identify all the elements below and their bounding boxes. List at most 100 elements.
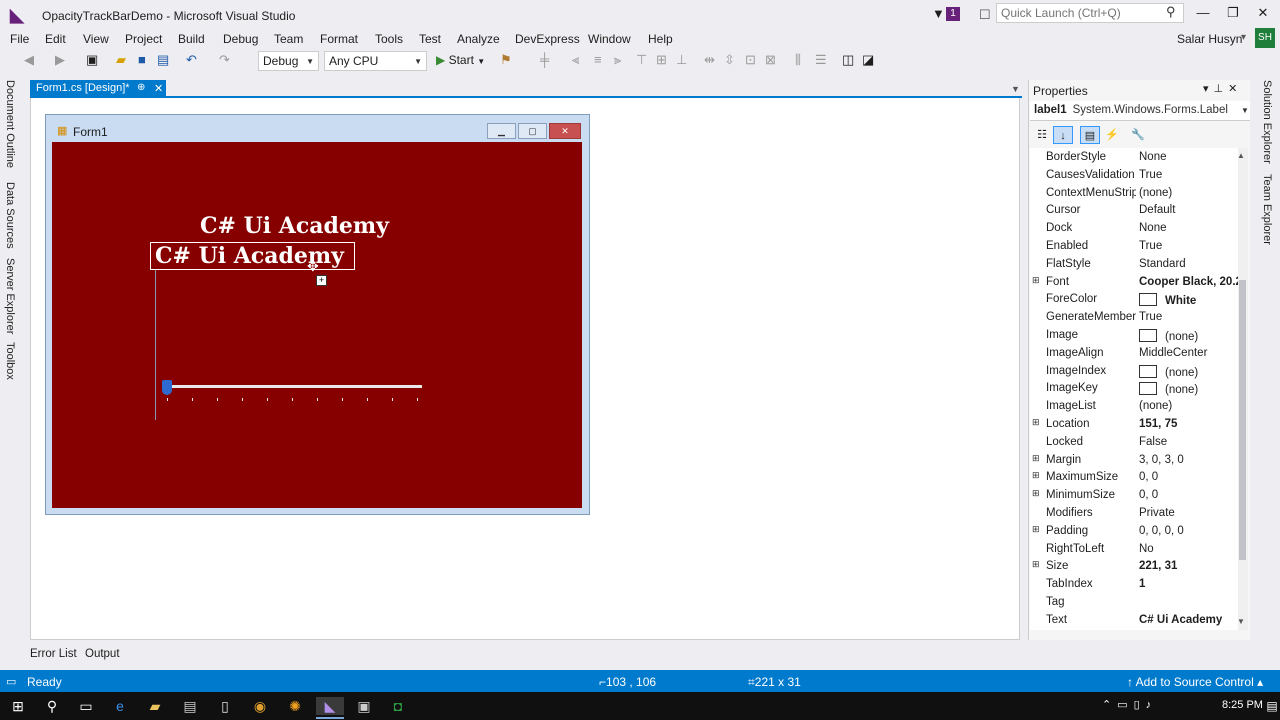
scroll-up-icon[interactable]: ▲	[1237, 151, 1245, 160]
property-value[interactable]: Private	[1139, 507, 1238, 519]
property-value[interactable]: C# Ui Academy	[1139, 614, 1238, 626]
tab-solution-explorer[interactable]: Solution Explorer	[1261, 80, 1273, 164]
pin-icon[interactable]: ⊕	[137, 82, 145, 93]
property-value[interactable]: Cooper Black, 20.2	[1139, 276, 1238, 288]
chevron-down-icon[interactable]: ▼	[1241, 106, 1249, 115]
expand-icon[interactable]: ⊞	[1032, 471, 1041, 480]
align-rights-icon[interactable]: ⫸	[614, 52, 621, 68]
tab-output[interactable]: Output	[85, 648, 120, 660]
property-row[interactable]: TabIndex 1	[1030, 576, 1238, 594]
tab-data-sources[interactable]: Data Sources	[4, 182, 16, 249]
notification-flag-icon[interactable]: ▼	[932, 6, 945, 21]
property-row[interactable]: ImageAlign MiddleCenter	[1030, 345, 1238, 363]
property-value[interactable]: (none)	[1139, 364, 1238, 379]
form-minimize-button[interactable]: ▁	[487, 123, 516, 139]
form-maximize-button[interactable]: ▢	[518, 123, 547, 139]
visual-studio-taskbar-icon[interactable]: ◣	[316, 697, 344, 715]
label2[interactable]: C# Ui Academy	[200, 213, 389, 239]
property-value[interactable]: 0, 0	[1139, 489, 1238, 501]
menu-tools[interactable]: Tools	[375, 32, 403, 46]
property-value[interactable]: White	[1139, 293, 1238, 307]
property-value[interactable]: 0, 0	[1139, 471, 1238, 483]
property-row[interactable]: CausesValidation True	[1030, 167, 1238, 185]
tab-document-outline[interactable]: Document Outline	[4, 80, 16, 168]
property-row[interactable]: Cursor Default	[1030, 202, 1238, 220]
open-folder-icon[interactable]: ▰	[116, 52, 126, 68]
horizontal-spacing-icon[interactable]: ⫼	[795, 52, 801, 68]
property-row[interactable]: ForeColor White	[1030, 291, 1238, 309]
property-row[interactable]: ImageIndex (none)	[1030, 363, 1238, 381]
save-all-icon[interactable]: ▤	[157, 52, 169, 68]
expand-icon[interactable]: ⊞	[1032, 524, 1041, 534]
make-same-width-icon[interactable]: ⇹	[704, 52, 715, 68]
property-row[interactable]: Locked False	[1030, 434, 1238, 452]
tab-order-icon[interactable]: ⚑	[500, 52, 512, 68]
tab-form1-design[interactable]: Form1.cs [Design]*	[30, 80, 166, 98]
property-value[interactable]: None	[1139, 222, 1238, 234]
property-row[interactable]: Enabled True	[1030, 238, 1238, 256]
form-client-area[interactable]	[52, 142, 582, 508]
property-row[interactable]: ContextMenuStrip (none)	[1030, 185, 1238, 203]
add-to-source-control-button[interactable]: ↑ Add to Source Control ▴	[1127, 675, 1263, 689]
expand-icon[interactable]: ⊞	[1032, 560, 1041, 569]
categorized-icon[interactable]: ☷	[1032, 126, 1052, 144]
chrome-icon[interactable]: ◉	[250, 697, 270, 715]
menu-edit[interactable]: Edit	[45, 32, 66, 46]
property-row[interactable]: ⊞ Location 151, 75	[1030, 416, 1238, 434]
property-value[interactable]: True	[1139, 311, 1238, 323]
property-value[interactable]: True	[1139, 240, 1238, 252]
property-row[interactable]: ImageList (none)	[1030, 398, 1238, 416]
menu-view[interactable]: View	[83, 32, 109, 46]
property-value[interactable]: (none)	[1139, 382, 1238, 396]
property-row[interactable]: GenerateMember True	[1030, 309, 1238, 327]
expand-icon[interactable]: ⊞	[1032, 275, 1041, 285]
property-value[interactable]: Standard	[1139, 258, 1238, 270]
property-value[interactable]: 221, 31	[1139, 560, 1238, 572]
align-bottoms-icon[interactable]: ⊥	[676, 52, 687, 68]
account-name[interactable]: Salar Husyn	[1177, 32, 1242, 46]
back-arrow-icon[interactable]: ◀	[24, 52, 34, 68]
events-icon[interactable]: ⚡	[1102, 126, 1122, 144]
notepad-icon[interactable]: ▤	[180, 697, 200, 715]
label1-selected[interactable]: C# Ui Academy	[150, 242, 355, 270]
property-row[interactable]: ⊞ Font Cooper Black, 20.2	[1030, 274, 1238, 292]
search-icon[interactable]: ⚲	[42, 697, 62, 715]
property-value[interactable]: 151, 75	[1139, 418, 1238, 430]
document-icon[interactable]: ▯	[215, 697, 235, 715]
file-explorer-icon[interactable]: ▰	[145, 697, 165, 715]
property-row[interactable]: BorderStyle None	[1030, 149, 1238, 167]
scroll-down-icon[interactable]: ▼	[1237, 617, 1245, 626]
property-value[interactable]: 1	[1139, 578, 1238, 590]
move-handle-icon[interactable]: +	[316, 275, 327, 286]
alphabetical-icon[interactable]: ↓	[1053, 126, 1073, 144]
menu-team[interactable]: Team	[274, 32, 303, 46]
feedback-icon[interactable]: ☐	[979, 7, 991, 23]
menu-debug[interactable]: Debug	[223, 32, 258, 46]
property-value[interactable]: 3, 0, 3, 0	[1139, 454, 1238, 466]
chevron-down-icon[interactable]: ▾	[1241, 32, 1246, 43]
undo-icon[interactable]: ↶	[186, 52, 197, 68]
forward-arrow-icon[interactable]: ▶	[55, 52, 65, 68]
property-value[interactable]: None	[1139, 151, 1238, 163]
camtasia-icon[interactable]: ◘	[388, 697, 408, 715]
property-value[interactable]: (none)	[1139, 400, 1238, 412]
snap-to-grid-icon[interactable]: ╪	[540, 52, 549, 68]
save-icon[interactable]: ■	[138, 52, 146, 68]
trackbar1[interactable]	[166, 385, 422, 388]
menu-file[interactable]: File	[10, 32, 29, 46]
tab-error-list[interactable]: Error List	[30, 648, 77, 660]
command-prompt-icon[interactable]: ▣	[354, 697, 374, 715]
menu-build[interactable]: Build	[178, 32, 205, 46]
menu-project[interactable]: Project	[125, 32, 162, 46]
send-to-back-icon[interactable]: ◪	[862, 52, 874, 68]
new-project-icon[interactable]: ▣	[86, 52, 98, 68]
restore-button[interactable]: ❐	[1218, 4, 1248, 22]
close-icon[interactable]: ✕	[154, 82, 163, 95]
make-same-height-icon[interactable]: ⇳	[724, 52, 735, 68]
app-icon[interactable]: ✺	[285, 697, 305, 715]
menu-help[interactable]: Help	[648, 32, 673, 46]
redo-icon[interactable]: ↷	[219, 52, 230, 68]
close-button[interactable]: ✕	[1248, 4, 1278, 22]
align-lefts-icon[interactable]: ⫷	[572, 52, 579, 68]
object-selector[interactable]: label1 System.Windows.Forms.Label	[1030, 101, 1250, 121]
